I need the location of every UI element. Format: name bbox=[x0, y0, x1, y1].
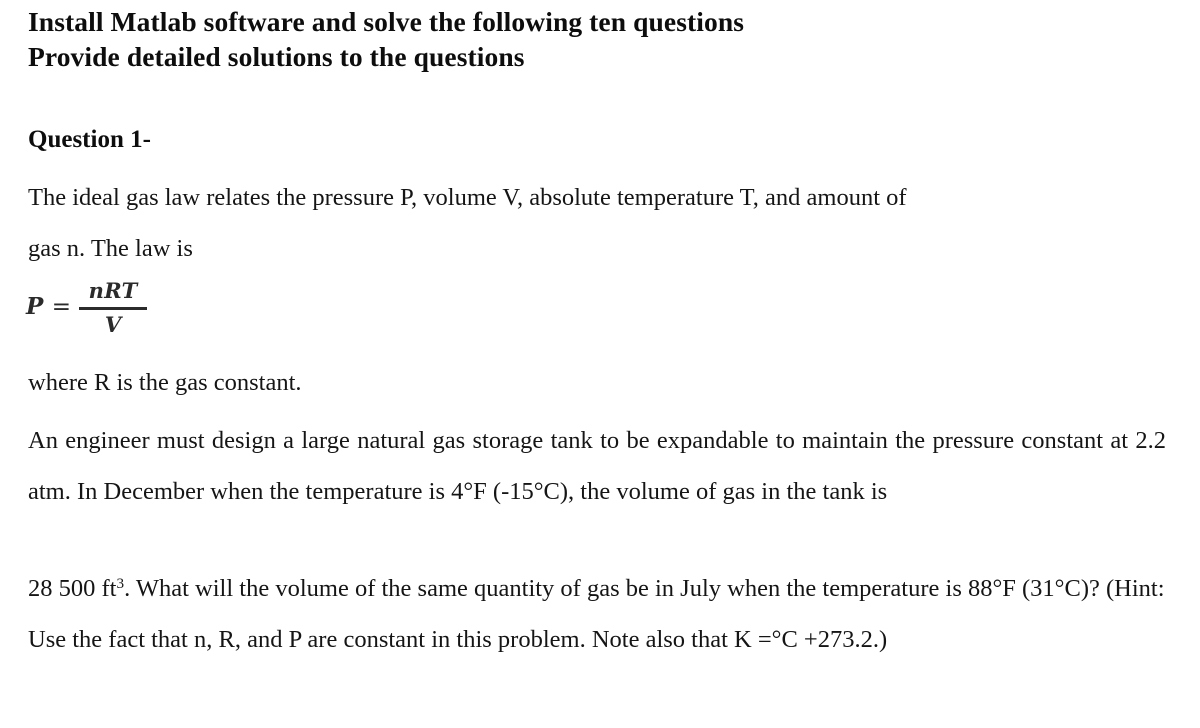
question-heading: Question 1- bbox=[28, 126, 151, 153]
fraction-numerator: nRT bbox=[88, 278, 138, 303]
gas-volume-exponent: 3 bbox=[116, 575, 125, 593]
question-body-paragraph-1: An engineer must design a large natural … bbox=[28, 427, 1166, 505]
gas-volume-value: 28 500 ft bbox=[28, 575, 117, 602]
question-body-paragraph-2: 28 500 ft3. What will the volume of the … bbox=[28, 563, 1166, 665]
question-intro-paragraph: The ideal gas law relates the pressure P… bbox=[28, 184, 907, 262]
fraction-bar bbox=[79, 307, 148, 310]
document-page: Install Matlab software and solve the fo… bbox=[0, 0, 1200, 728]
gas-volume-value-group: 28 500 ft3 bbox=[28, 575, 124, 602]
formula-fraction: nRT V bbox=[79, 278, 148, 338]
ideal-gas-law-formula: P = nRT V bbox=[26, 278, 148, 338]
formula-note-line: where R is the gas constant. bbox=[28, 369, 302, 396]
formula-equals-sign: = bbox=[51, 293, 72, 320]
formula-left-hand-side: P bbox=[26, 293, 44, 321]
question-body-remainder: . What will the volume of the same quant… bbox=[28, 575, 1165, 653]
title-line-1: Install Matlab software and solve the fo… bbox=[28, 6, 745, 37]
title-line-2: Provide detailed solutions to the questi… bbox=[28, 41, 525, 72]
fraction-denominator: V bbox=[104, 311, 122, 337]
document-title: Install Matlab software and solve the fo… bbox=[28, 4, 1158, 74]
